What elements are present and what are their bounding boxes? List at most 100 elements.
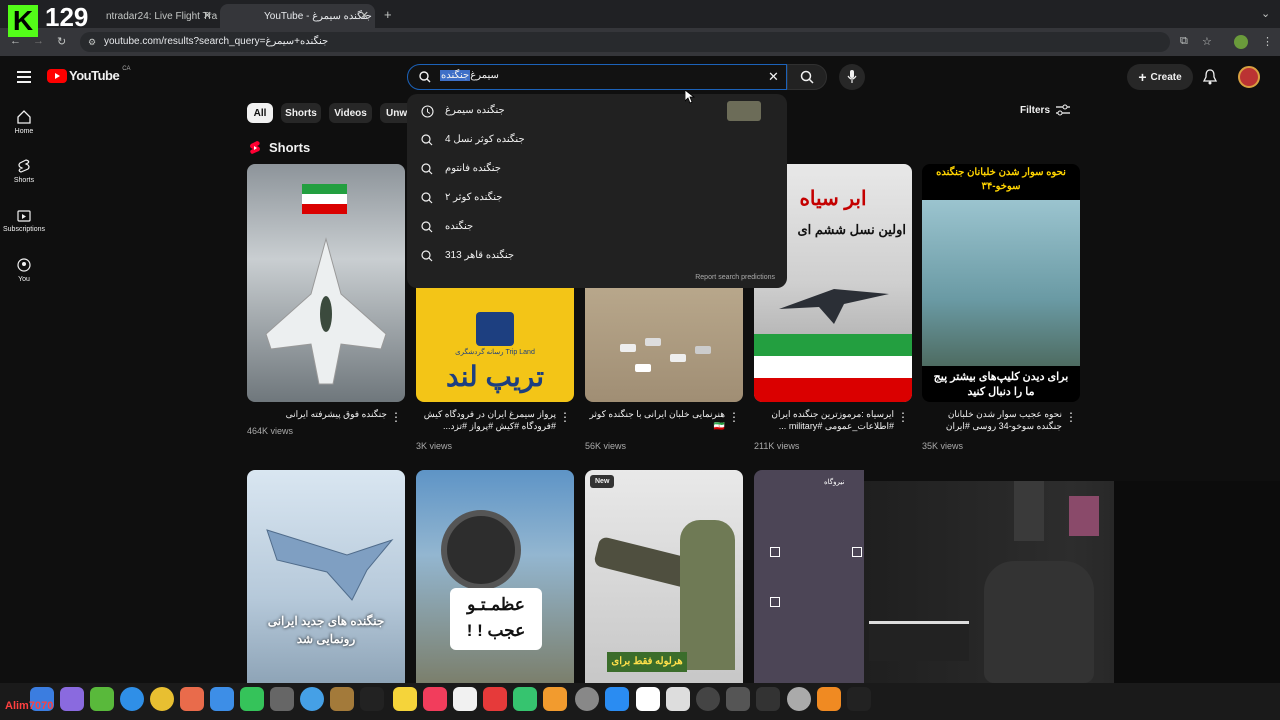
mail-icon[interactable] — [210, 687, 234, 711]
you-icon — [17, 258, 31, 272]
app-store-icon[interactable] — [605, 687, 629, 711]
more-actions-icon[interactable]: ⋮ — [390, 410, 402, 424]
search-input[interactable]: سیمرغ جنگنده ✕ — [407, 64, 787, 90]
more-actions-icon[interactable]: ⋮ — [1065, 410, 1077, 424]
calendar-app-icon[interactable] — [666, 687, 690, 711]
short-thumbnail[interactable]: نحوه سوار شدن خلبانان جنگنده سوخو-۳۴ برا… — [922, 164, 1080, 402]
suggestion-item[interactable]: جنگنده سیمرغ — [407, 97, 787, 126]
app-icon[interactable] — [756, 687, 780, 711]
sidebar-item-home[interactable]: Home — [0, 110, 48, 135]
apple-tv-icon[interactable] — [360, 687, 384, 711]
profile-avatar[interactable] — [1234, 35, 1248, 49]
search-text-selected: جنگنده — [440, 70, 471, 81]
shorts-section-heading: Shorts — [249, 140, 310, 155]
card-views: 3K views — [416, 441, 453, 451]
youtube-logo-text: YouTube — [69, 68, 120, 83]
short-thumbnail[interactable]: New هرلوله فقط برای — [585, 470, 743, 683]
chip-all[interactable]: All — [247, 103, 273, 123]
bookmark-star-icon[interactable]: ☆ — [1202, 35, 1212, 48]
hamburger-menu-icon[interactable] — [17, 70, 31, 88]
tab-search-icon[interactable]: ⌄ — [1261, 7, 1270, 20]
card-title[interactable]: هنرنمایی خلبان ایرانی با جنگنده کوثر 🇮🇷 — [585, 408, 725, 432]
notes-icon[interactable] — [393, 687, 417, 711]
browser-menu-icon[interactable]: ⋮ — [1262, 35, 1273, 48]
chip-unwatched[interactable]: Unw — [380, 103, 410, 123]
create-button[interactable]: + Create — [1127, 64, 1193, 90]
more-actions-icon[interactable]: ⋮ — [897, 410, 909, 424]
calculator-icon[interactable] — [270, 687, 294, 711]
new-tab-icon[interactable]: + — [384, 7, 392, 22]
suggestion-item[interactable]: جنگنده قاهر 313 — [407, 242, 787, 271]
notion-icon[interactable] — [636, 687, 660, 711]
suggestion-item[interactable]: جنگنده — [407, 213, 787, 242]
sidebar-item-you[interactable]: You — [0, 258, 48, 283]
suggestion-thumbnail — [727, 101, 761, 121]
suggestion-item[interactable]: جنگنده فانتوم — [407, 155, 787, 184]
short-thumbnail[interactable] — [247, 164, 405, 402]
card-title[interactable]: پرواز سیمرغ ایران در فرودگاه کیش #فرودگا… — [416, 408, 556, 432]
streamer-image — [1114, 481, 1280, 683]
history-icon — [421, 105, 434, 118]
app-icon[interactable] — [90, 687, 114, 711]
trip-land-logo — [476, 312, 514, 346]
fl-studio-icon[interactable] — [817, 687, 841, 711]
suggestion-item[interactable]: جنگنده کوثر نسل 4 — [407, 126, 787, 155]
install-app-icon[interactable]: ⧉ — [1180, 35, 1188, 48]
gaming-chair-image — [984, 561, 1094, 683]
map-marker — [770, 597, 780, 607]
chrome-icon[interactable] — [150, 687, 174, 711]
fighter-jet-image — [779, 289, 889, 324]
search-text-plain: سیمرغ — [470, 70, 499, 81]
sidebar-item-shorts[interactable]: Shorts — [0, 159, 48, 184]
app-icon[interactable] — [330, 687, 354, 711]
facetime-icon[interactable] — [240, 687, 264, 711]
reload-icon[interactable]: ↻ — [57, 35, 66, 48]
short-thumbnail[interactable]: نیروگاه — [754, 470, 864, 683]
report-predictions-link[interactable]: Report search predictions — [647, 274, 775, 281]
photos-icon[interactable] — [180, 687, 204, 711]
account-avatar[interactable] — [1238, 66, 1260, 88]
card-title[interactable]: نحوه عجیب سوار شدن خلبانان جنگنده سوخو-3… — [922, 408, 1062, 432]
app-icon[interactable] — [300, 687, 324, 711]
thumb-text: نیروگاه — [824, 479, 845, 486]
address-bar[interactable]: ⚙ youtube.com/results?search_query=جنگند… — [80, 32, 1170, 52]
chip-shorts[interactable]: Shorts — [281, 103, 321, 123]
app-icon[interactable] — [696, 687, 720, 711]
short-thumbnail[interactable]: جنگنده های جدید ایرانی رونمایی شد — [247, 470, 405, 683]
app-icon[interactable] — [847, 687, 871, 711]
sidebar-item-subscriptions[interactable]: Subscriptions — [0, 208, 48, 233]
browser-tab-youtube[interactable]: YouTube - جنگنده سیمرغ ✕ — [220, 4, 375, 28]
youtube-logo[interactable]: YouTube CA — [47, 66, 131, 83]
card-views: 56K views — [585, 441, 627, 451]
app-icon[interactable] — [787, 687, 811, 711]
card-title[interactable]: ایرسیاه :مرموزترین جنگنده ایران #اطلاعات… — [754, 408, 894, 432]
more-actions-icon[interactable]: ⋮ — [559, 410, 571, 424]
thumb-text: هرلوله فقط برای — [607, 652, 687, 672]
microphone-icon — [847, 70, 857, 83]
numbers-icon[interactable] — [513, 687, 537, 711]
poster-image — [1069, 496, 1099, 536]
search-icon — [421, 163, 433, 175]
news-icon[interactable] — [483, 687, 507, 711]
app-icon[interactable] — [726, 687, 750, 711]
chip-videos[interactable]: Videos — [329, 103, 372, 123]
calendar-icon[interactable] — [453, 687, 477, 711]
more-actions-icon[interactable]: ⋮ — [728, 410, 740, 424]
system-settings-icon[interactable] — [575, 687, 599, 711]
browser-tab-flightradar[interactable]: ntradar24: Live Flight Tra ✕ — [88, 4, 218, 28]
close-icon[interactable]: ✕ — [360, 9, 369, 22]
viewer-count: 129 — [45, 2, 89, 32]
music-icon[interactable] — [423, 687, 447, 711]
launchpad-icon[interactable] — [60, 687, 84, 711]
site-info-icon[interactable]: ⚙ — [88, 32, 96, 52]
search-button[interactable] — [787, 64, 827, 90]
suggestion-item[interactable]: جنگنده کوثر ۲ — [407, 184, 787, 213]
close-icon[interactable]: ✕ — [203, 9, 212, 22]
notifications-bell-icon[interactable] — [1202, 69, 1218, 90]
clear-search-icon[interactable]: ✕ — [768, 69, 779, 85]
filters-button[interactable]: Filters — [1020, 104, 1071, 116]
short-thumbnail[interactable]: عظمـتـو عجب ! ! — [416, 470, 574, 683]
safari-icon[interactable] — [120, 687, 144, 711]
voice-search-button[interactable] — [839, 64, 865, 90]
pages-icon[interactable] — [543, 687, 567, 711]
